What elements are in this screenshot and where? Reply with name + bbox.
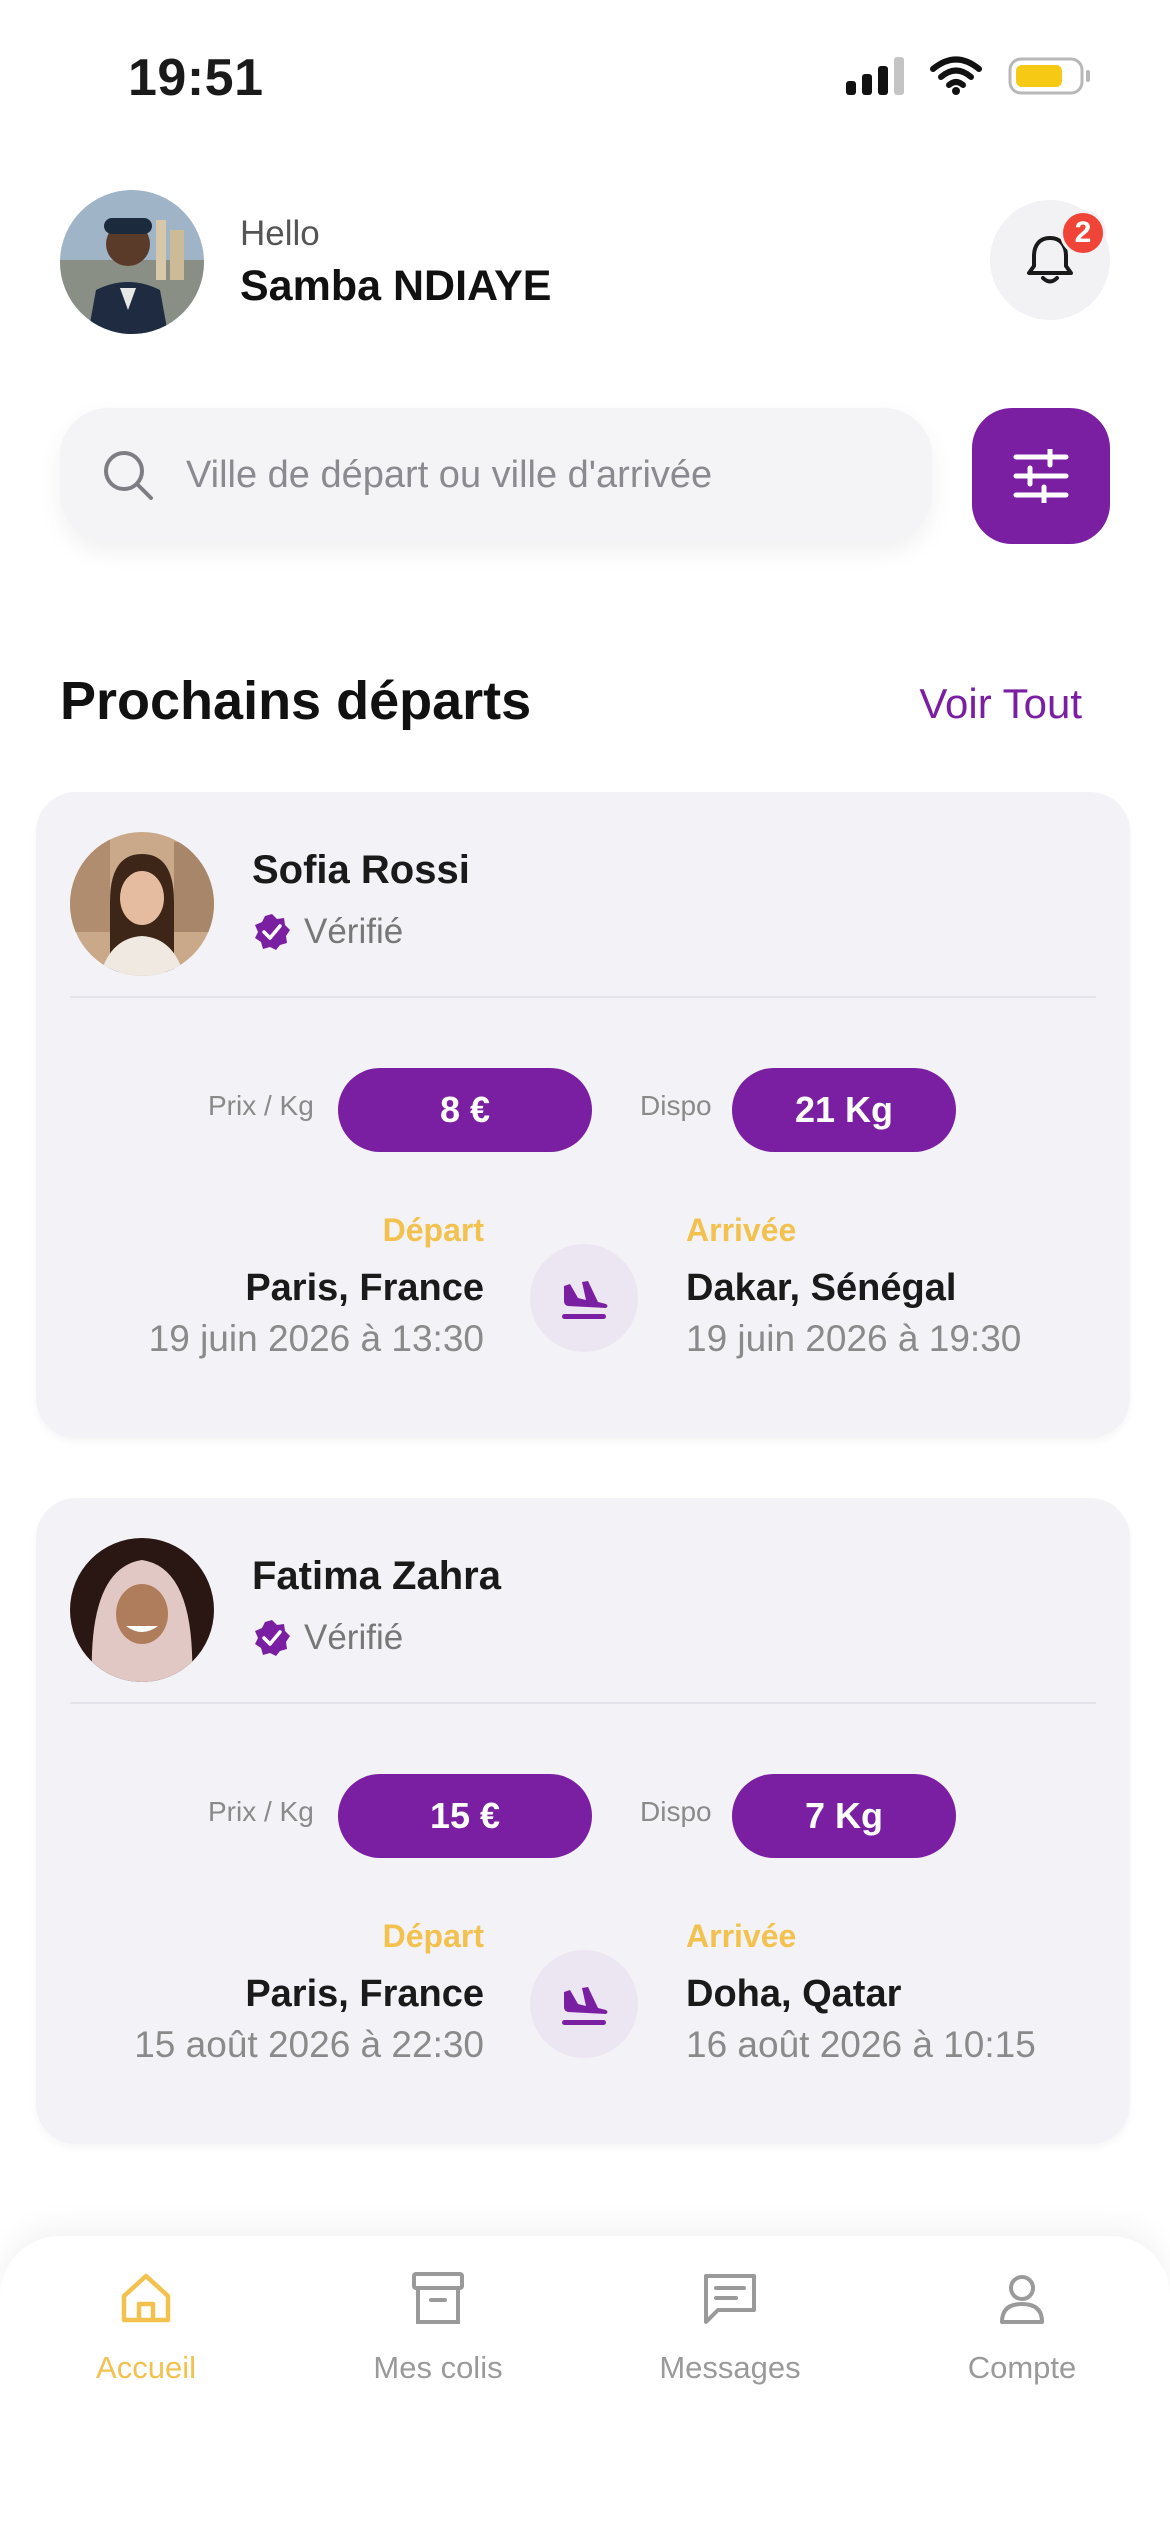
verified-label: Vérifié bbox=[304, 1618, 404, 1657]
search-placeholder: Ville de départ ou ville d'arrivée bbox=[186, 453, 713, 496]
departure-city: Paris, France bbox=[245, 1267, 484, 1309]
status-time: 19:51 bbox=[128, 49, 264, 107]
nav-item-accueil[interactable]: Accueil bbox=[36, 2268, 256, 2386]
price-label: Prix / Kg bbox=[208, 1796, 314, 1827]
card-divider bbox=[70, 996, 1096, 998]
bottom-nav: Accueil Mes colis Messages Compte bbox=[0, 2236, 1170, 2532]
price-pill: 15 € bbox=[338, 1774, 592, 1858]
message-icon bbox=[704, 2274, 756, 2324]
dispo-pill: 21 Kg bbox=[732, 1068, 956, 1152]
traveler-avatar bbox=[70, 1538, 214, 1682]
arrival-city: Doha, Qatar bbox=[686, 1973, 902, 2015]
nav-label: Messages bbox=[659, 2350, 801, 2385]
dispo-label: Dispo bbox=[640, 1796, 712, 1827]
price-row: Prix / Kg 15 € Dispo 7 Kg bbox=[36, 1774, 1130, 1860]
cellular-signal-icon bbox=[846, 57, 904, 95]
departure: Départ Paris, France 19 juin 2026 à 13:3… bbox=[149, 1212, 484, 1360]
search-input[interactable]: Ville de départ ou ville d'arrivée bbox=[60, 408, 932, 542]
notifications-button[interactable]: 2 bbox=[990, 200, 1110, 320]
user-name: Samba NDIAYE bbox=[240, 262, 552, 310]
user-avatar[interactable] bbox=[60, 190, 204, 334]
plane-landing-icon bbox=[562, 1281, 608, 1319]
verified-badge-icon bbox=[255, 1620, 290, 1656]
dispo-label: Dispo bbox=[640, 1090, 712, 1121]
nav-item-mes-colis[interactable]: Mes colis bbox=[328, 2268, 548, 2386]
arrival-city: Dakar, Sénégal bbox=[686, 1267, 957, 1309]
verified-status: Vérifié bbox=[252, 1618, 403, 1658]
nav-item-messages[interactable]: Messages bbox=[620, 2268, 840, 2386]
arrival-label: Arrivée bbox=[686, 1212, 797, 1248]
section-title: Prochains départs bbox=[60, 671, 532, 731]
user-icon bbox=[1000, 2275, 1044, 2324]
dispo-pill: 7 Kg bbox=[732, 1774, 956, 1858]
departure-city: Paris, France bbox=[245, 1973, 484, 2015]
nav-item-compte[interactable]: Compte bbox=[912, 2268, 1132, 2386]
arrival: Arrivée Dakar, Sénégal 19 juin 2026 à 19… bbox=[686, 1212, 1021, 1360]
nav-label: Mes colis bbox=[373, 2350, 503, 2385]
status-bar: 19:51 bbox=[0, 0, 1170, 150]
wifi-icon bbox=[930, 56, 982, 95]
arrival-date: 19 juin 2026 à 19:30 bbox=[686, 1318, 1022, 1359]
trip-card[interactable]: Fatima Zahra Vérifié Prix / Kg 15 € Disp… bbox=[36, 1498, 1130, 2144]
status-icons bbox=[846, 56, 1092, 96]
header: Hello Samba NDIAYE 2 bbox=[60, 186, 1110, 336]
departure-date: 19 juin 2026 à 13:30 bbox=[148, 1318, 484, 1359]
filter-button[interactable] bbox=[972, 408, 1110, 544]
card-divider bbox=[70, 1702, 1096, 1704]
verified-badge-icon bbox=[255, 914, 290, 950]
arrival-date: 16 août 2026 à 10:15 bbox=[686, 2024, 1036, 2065]
nav-label: Compte bbox=[967, 2350, 1077, 2385]
traveler-name: Sofia Rossi bbox=[252, 848, 470, 892]
traveler-name: Fatima Zahra bbox=[252, 1554, 501, 1598]
notification-badge: 2 bbox=[1060, 210, 1106, 256]
departure-label: Départ bbox=[382, 1918, 484, 1954]
price-row: Prix / Kg 8 € Dispo 21 Kg bbox=[36, 1068, 1130, 1154]
departure-date: 15 août 2026 à 22:30 bbox=[134, 2024, 484, 2065]
verified-status: Vérifié bbox=[252, 912, 403, 952]
sliders-icon bbox=[1013, 449, 1069, 503]
greeting-text: Hello bbox=[240, 214, 320, 253]
plane-landing-icon-wrap bbox=[530, 1950, 638, 2058]
nav-label: Accueil bbox=[96, 2350, 196, 2385]
see-all-link[interactable]: Voir Tout bbox=[919, 680, 1082, 728]
arrival: Arrivée Doha, Qatar 16 août 2026 à 10:15 bbox=[686, 1918, 1036, 2066]
plane-landing-icon-wrap bbox=[530, 1244, 638, 1352]
plane-landing-icon bbox=[562, 1987, 608, 2025]
battery-icon bbox=[1008, 57, 1090, 95]
departure-label: Départ bbox=[382, 1212, 484, 1248]
verified-label: Vérifié bbox=[304, 912, 404, 951]
arrival-label: Arrivée bbox=[686, 1918, 797, 1954]
price-pill: 8 € bbox=[338, 1068, 592, 1152]
home-icon bbox=[121, 2273, 171, 2323]
price-label: Prix / Kg bbox=[208, 1090, 314, 1121]
traveler-avatar bbox=[70, 832, 214, 976]
departure: Départ Paris, France 15 août 2026 à 22:3… bbox=[134, 1918, 484, 2066]
archive-box-icon bbox=[412, 2272, 464, 2324]
search-icon bbox=[104, 451, 153, 500]
trip-card[interactable]: Sofia Rossi Vérifié Prix / Kg 8 € Dispo … bbox=[36, 792, 1130, 1438]
